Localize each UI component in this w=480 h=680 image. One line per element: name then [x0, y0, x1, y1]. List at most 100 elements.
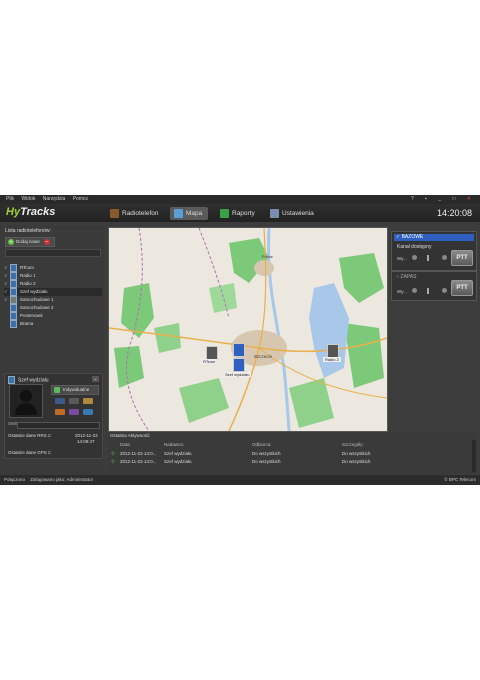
- volume-up-icon[interactable]: [442, 288, 447, 293]
- list-item[interactable]: ✓ Samochodowe 1: [4, 296, 102, 304]
- call-mode-button[interactable]: Indywidualne: [51, 385, 99, 395]
- clock: 14:20:08: [436, 208, 472, 218]
- collapse-button[interactable]: ⌄: [92, 376, 99, 382]
- activity-scrollbar[interactable]: [472, 440, 476, 472]
- message-button[interactable]: [55, 409, 65, 415]
- person-silhouette-icon: [15, 390, 37, 415]
- car-radio-icon: [10, 296, 17, 304]
- close-button[interactable]: ✕: [467, 196, 476, 202]
- map-label-police: Police: [262, 254, 274, 259]
- radio-person-icon: [10, 304, 17, 312]
- menu-widok[interactable]: Widok: [21, 195, 35, 204]
- tab-raporty[interactable]: Raporty: [216, 207, 261, 220]
- list-item[interactable]: ✓ RTcom: [4, 264, 102, 272]
- map-canvas: Szczecin Police: [109, 228, 387, 431]
- screen-button[interactable]: ▪: [425, 196, 432, 202]
- map-view[interactable]: Szczecin Police RTcom Szef wydziału Radi…: [108, 227, 388, 432]
- phone-icon: [54, 386, 60, 393]
- sms-input[interactable]: [17, 422, 100, 429]
- menu-narzedzia[interactable]: Narzędzia: [43, 195, 66, 204]
- tab-radiotelefon[interactable]: Radiotelefon: [106, 207, 165, 220]
- talkgroup-header[interactable]: ✓ BAZOWE: [394, 234, 474, 241]
- selected-radio-panel: Szef wydziału ⌄ Indywidualne SMS Ostatni…: [4, 373, 103, 459]
- volume-label: Wy...: [397, 289, 407, 294]
- menu-plik[interactable]: Plik: [6, 195, 14, 204]
- hytracks-window: Plik Widok Narzędzia Pomoc ? ▪ _ □ ✕ HyT…: [0, 195, 480, 485]
- volume-down-icon[interactable]: [412, 288, 417, 293]
- minimize-button[interactable]: _: [438, 196, 446, 202]
- ptt-button[interactable]: PTT: [451, 250, 473, 266]
- last-rrs-time: 14:09:47: [77, 439, 95, 444]
- list-item[interactable]: ✓ Szef wydziału: [4, 288, 102, 296]
- map-icon: [174, 208, 183, 218]
- radio-icon: [110, 208, 119, 218]
- table-row[interactable]: ✆ 2012-11-23 14:0... Szef wydziału Do ws…: [110, 450, 474, 458]
- user-status: Zalogowano jako: Administrator: [30, 477, 94, 482]
- table-cell: 2012-11-23 14:0...: [120, 459, 157, 464]
- folder-button[interactable]: [83, 398, 93, 404]
- copyright: © BPC Telecom: [444, 477, 476, 482]
- activity-title: Ostatnia Aktywność:: [110, 433, 151, 438]
- list-item[interactable]: Brama: [4, 320, 102, 328]
- plus-icon: +: [8, 238, 14, 245]
- volume-slider[interactable]: [427, 288, 429, 294]
- last-rrs-date: 2012-11-23: [75, 433, 98, 438]
- table-cell: Do wszystkich: [252, 459, 281, 464]
- table-cell: Do wszystkich: [252, 451, 281, 456]
- list-item[interactable]: ✓ Radio 2: [4, 280, 102, 288]
- info-button[interactable]: [83, 409, 93, 415]
- map-marker-rtcom[interactable]: [206, 346, 218, 360]
- selected-radio-name: Szef wydziału: [8, 376, 49, 384]
- table-cell: Szef wydziału: [164, 459, 192, 464]
- radio-person-icon: [10, 280, 17, 288]
- column-header: Nadawca:: [164, 442, 185, 447]
- report-icon: [220, 208, 229, 218]
- tab-mapa[interactable]: Mapa: [170, 207, 209, 220]
- map-marker-radio[interactable]: [233, 343, 245, 357]
- maximize-button[interactable]: □: [452, 196, 460, 202]
- locate-button[interactable]: [69, 398, 79, 404]
- alert-button[interactable]: [69, 409, 79, 415]
- avatar: [9, 384, 43, 418]
- filter-input[interactable]: [5, 249, 101, 257]
- last-rrs-label: Ostatnie dane RRS z:: [8, 433, 52, 438]
- tools-icon: [270, 208, 279, 218]
- column-header: Data:: [120, 442, 131, 447]
- talkgroup-zapas: ○ ZAPAS Wy... PTT: [391, 271, 477, 301]
- header-bar: HyTracks Radiotelefon Mapa Raporty Ustaw…: [0, 204, 480, 222]
- volume-slider[interactable]: [427, 255, 429, 261]
- list-item[interactable]: Posterunek: [4, 312, 102, 320]
- ptt-button[interactable]: PTT: [451, 280, 473, 296]
- volume-down-icon[interactable]: [412, 255, 417, 260]
- radio-person-icon: [10, 320, 17, 328]
- map-marker-radio2[interactable]: [327, 344, 339, 358]
- remove-icon[interactable]: –: [43, 238, 50, 245]
- map-marker-szef[interactable]: [233, 358, 245, 372]
- table-cell: Do wszystkich: [342, 459, 371, 464]
- menu-bar: Plik Widok Narzędzia Pomoc: [0, 195, 480, 204]
- talkgroup-bazowe: ✓ BAZOWE Kanał dostępny Wy... PTT: [391, 231, 477, 271]
- talkgroup-header[interactable]: ○ ZAPAS: [396, 274, 416, 280]
- menu-pomoc[interactable]: Pomoc: [73, 195, 89, 204]
- map-label-city: Szczecin: [254, 354, 273, 359]
- table-cell: 2012-11-23 14:0...: [120, 451, 157, 456]
- zoom-button[interactable]: [55, 398, 65, 404]
- tab-ustawienia[interactable]: Ustawienia: [266, 207, 320, 220]
- window-controls: ? ▪ _ □ ✕: [411, 195, 476, 204]
- forest-area: [209, 283, 237, 313]
- list-item[interactable]: ✓ Radio 1: [4, 272, 102, 280]
- add-radio-button[interactable]: + Dodaj nowe –: [5, 237, 55, 247]
- right-panel: ✓ BAZOWE Kanał dostępny Wy... PTT ○ ZAPA…: [388, 225, 480, 375]
- connection-status: Połączono: [4, 477, 26, 482]
- table-cell: Szef wydziału: [164, 451, 192, 456]
- radio-list-title: Lista radiotelefonów:: [5, 228, 51, 234]
- activity-panel: Ostatnia Aktywność: Data: Nadawca: Odbio…: [108, 432, 478, 474]
- help-button[interactable]: ?: [411, 196, 419, 202]
- channel-status: Kanał dostępny: [397, 244, 432, 250]
- radio-person-icon: [8, 376, 15, 384]
- table-row[interactable]: ✆ 2012-11-23 14:0... Szef wydziału Do ws…: [110, 458, 474, 466]
- list-item[interactable]: Samochodowe 2: [4, 304, 102, 312]
- volume-up-icon[interactable]: [442, 255, 447, 260]
- call-icon: ✆: [111, 459, 115, 464]
- left-panel: Lista radiotelefonów: + Dodaj nowe – ✓ RTco…: [0, 225, 104, 475]
